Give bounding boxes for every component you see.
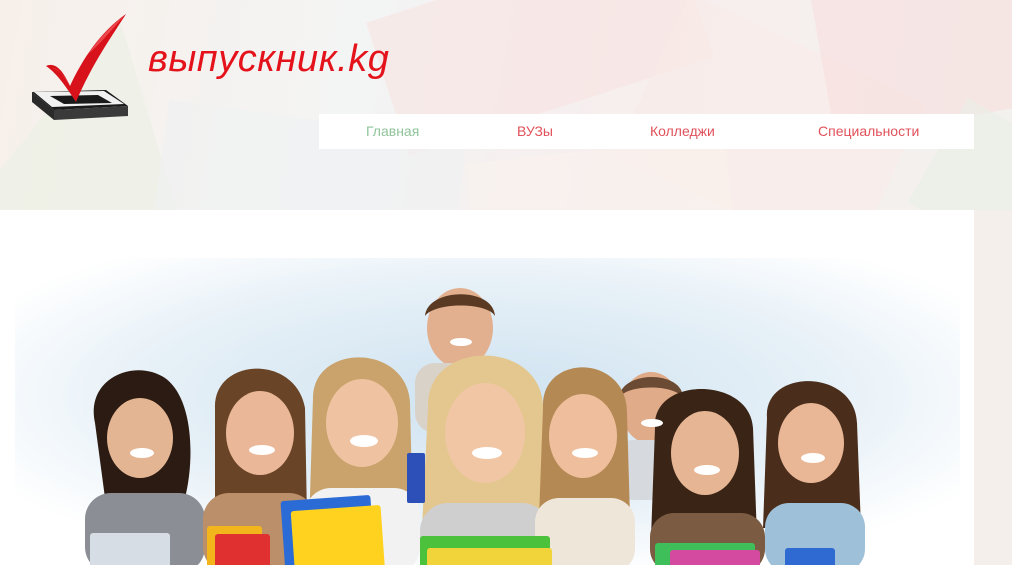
page-gutter	[974, 210, 1012, 565]
nav-item-colleges[interactable]: Колледжи	[650, 114, 715, 149]
site-logo-text[interactable]: выпускник.kg	[148, 40, 389, 78]
nav-item-specialties[interactable]: Специальности	[818, 114, 919, 149]
header-background	[0, 0, 1012, 215]
hero-image-students	[15, 258, 960, 565]
main-nav: Главная ВУЗы Колледжи Специальности	[319, 114, 974, 149]
nav-item-universities[interactable]: ВУЗы	[517, 114, 553, 149]
checkmark-ballot-icon[interactable]	[28, 10, 138, 125]
nav-item-home[interactable]: Главная	[366, 114, 419, 149]
